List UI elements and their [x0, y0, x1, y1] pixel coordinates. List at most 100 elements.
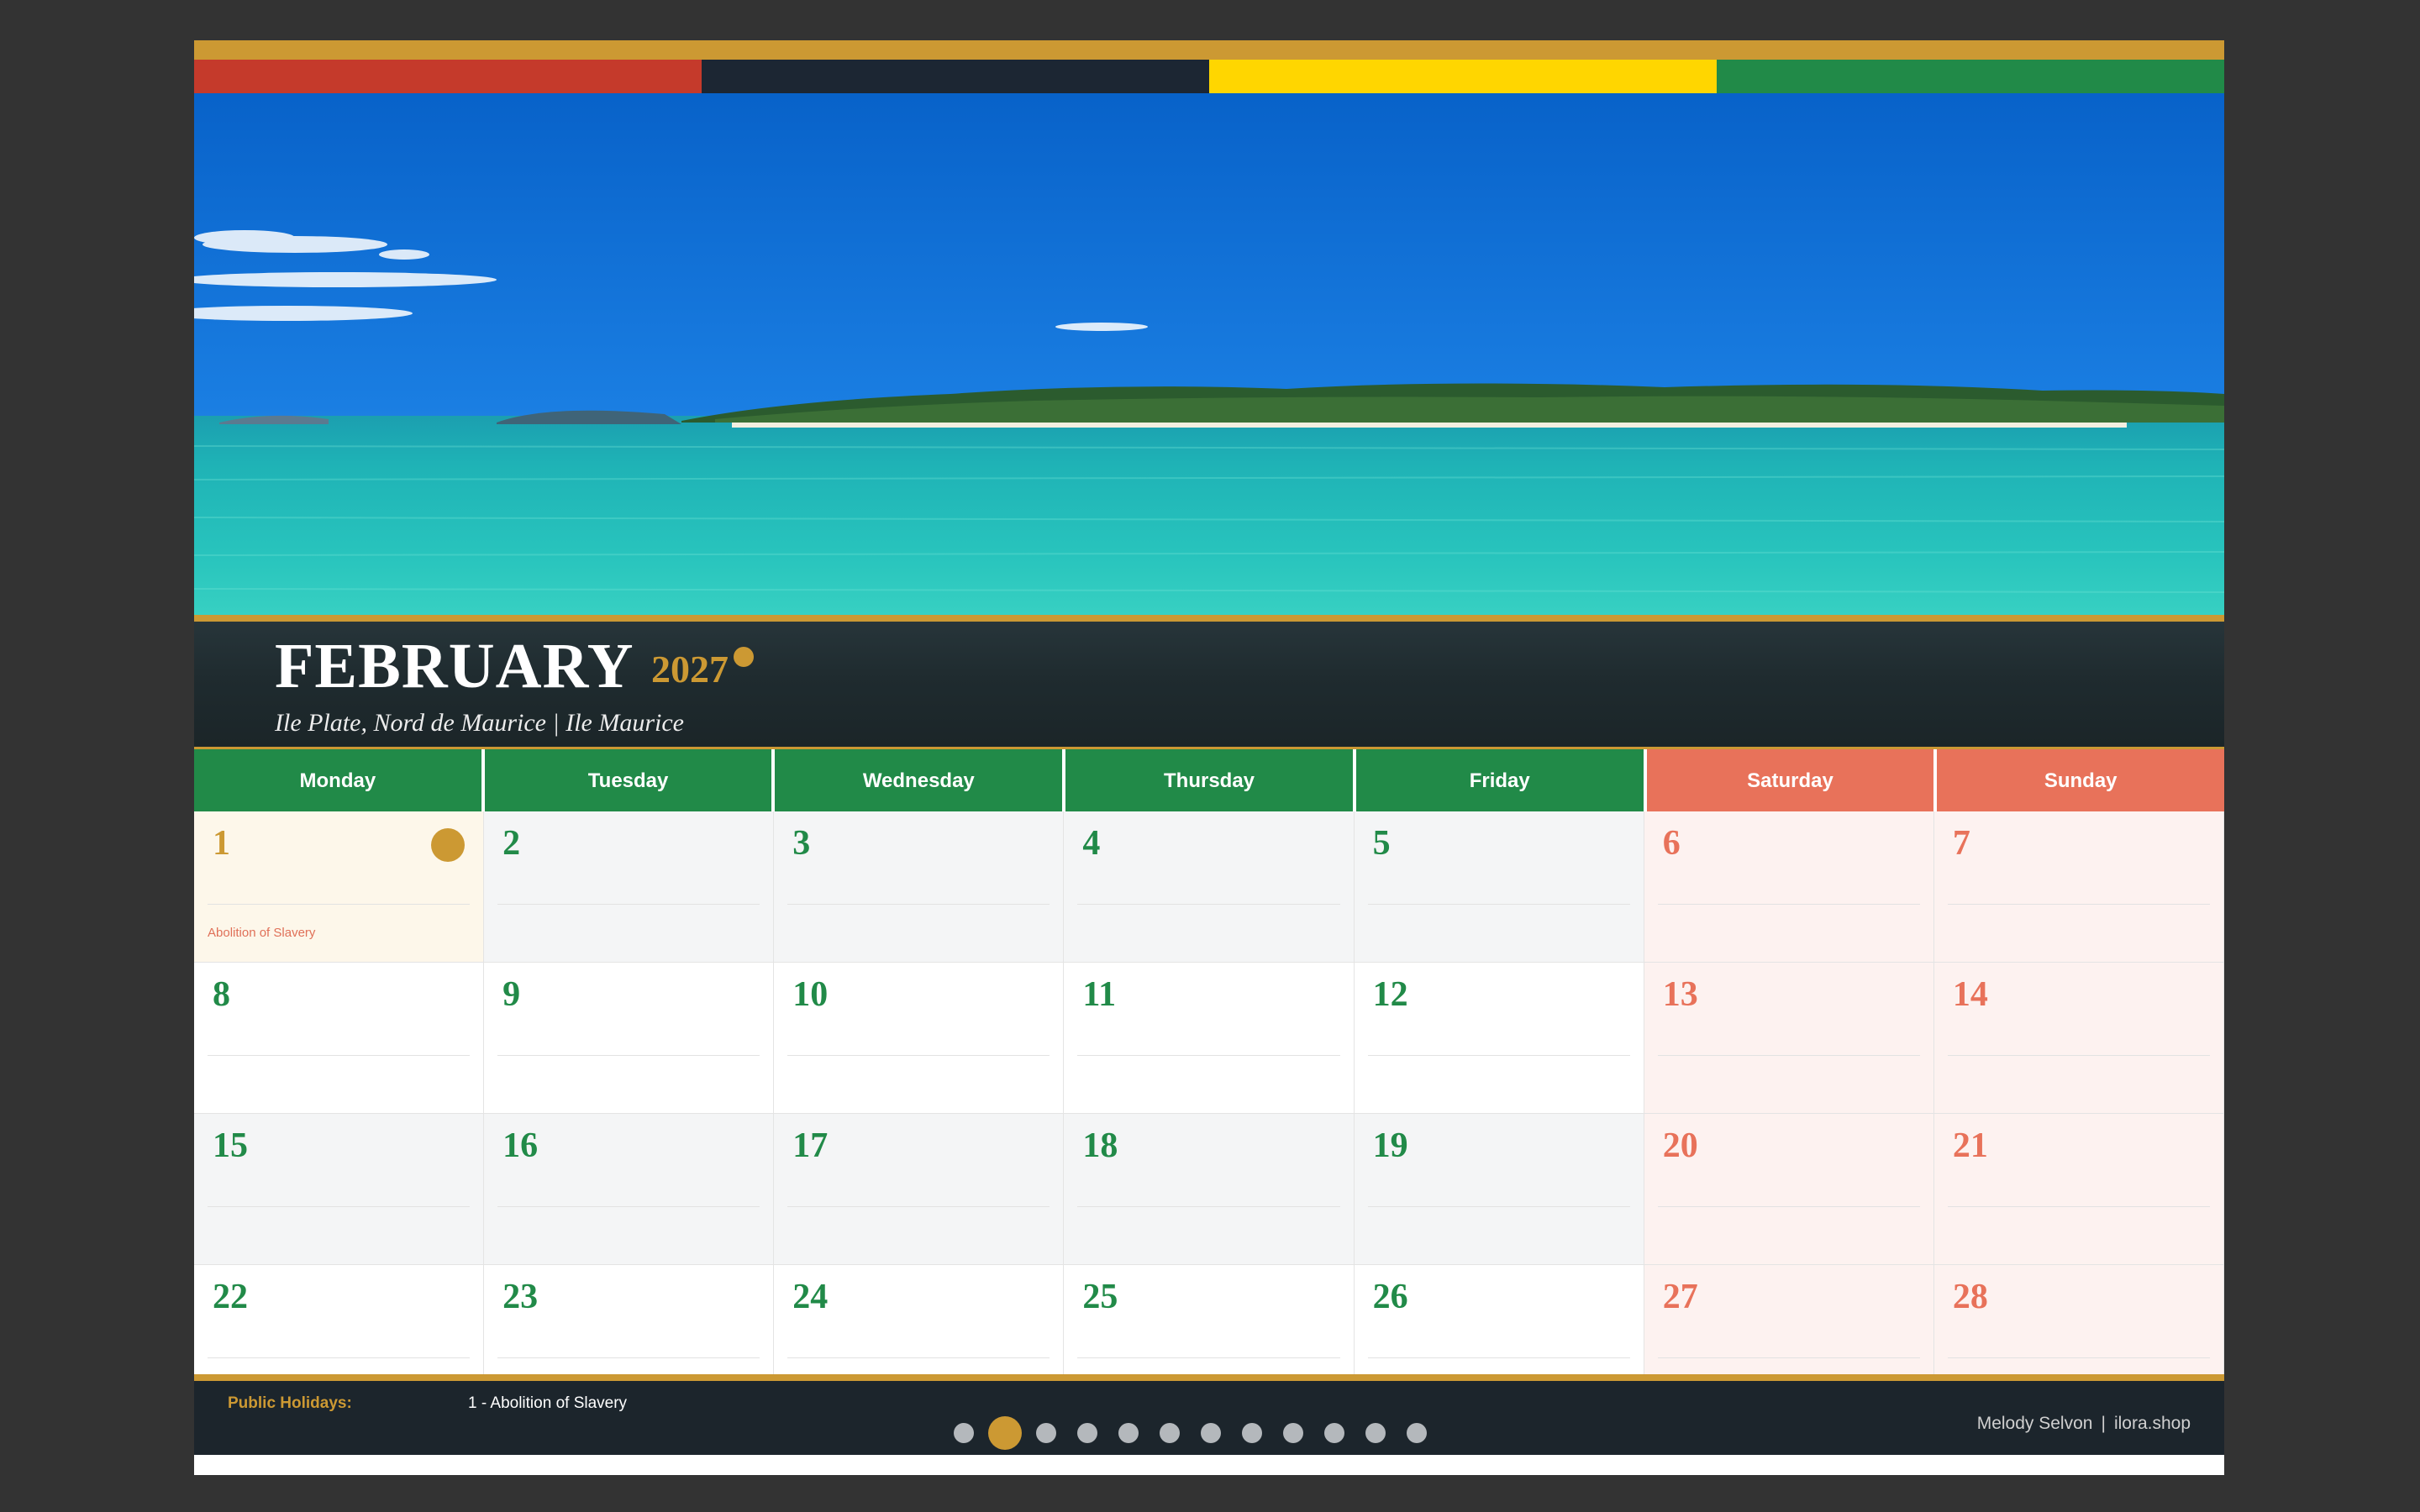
- credit-site: ilora.shop: [2113, 1414, 2191, 1433]
- day-number: 23: [502, 1278, 539, 1316]
- day-cell[interactable]: 10: [774, 963, 1065, 1114]
- day-cell[interactable]: 7: [1933, 811, 2224, 963]
- day-cell[interactable]: 19: [1354, 1114, 1644, 1265]
- day-cell[interactable]: 6: [1644, 811, 1934, 963]
- weekday-header-friday: Friday: [1355, 749, 1647, 812]
- flag-stripe: [194, 60, 702, 93]
- day-cell[interactable]: 1 Abolition of Slavery: [194, 811, 485, 963]
- day-number: 22: [213, 1278, 248, 1316]
- page-dot[interactable]: [1283, 1423, 1303, 1443]
- month-title-band: FEBRUARY 2027 Ile Plate, Nord de Maurice…: [194, 615, 2224, 747]
- day-cell[interactable]: 15: [194, 1114, 485, 1265]
- day-cell[interactable]: 4: [1064, 811, 1355, 963]
- weekday-header-monday: Monday: [194, 749, 485, 812]
- day-number: 17: [792, 1126, 829, 1165]
- page-dot[interactable]: [1077, 1423, 1097, 1443]
- note-line: [1657, 1055, 1920, 1056]
- page-dot-active[interactable]: [988, 1416, 1022, 1450]
- day-number: 10: [792, 975, 829, 1014]
- day-number: 7: [1952, 824, 1970, 863]
- day-number: 12: [1372, 975, 1408, 1014]
- day-number: 20: [1662, 1126, 1698, 1165]
- day-cell[interactable]: 21: [1933, 1114, 2224, 1265]
- mauritius-flag-stripes: [194, 60, 2224, 93]
- day-number: 19: [1372, 1126, 1408, 1165]
- day-number: 2: [502, 824, 521, 863]
- page-dot[interactable]: [954, 1423, 974, 1443]
- page-dot[interactable]: [1160, 1423, 1180, 1443]
- photo-location: Ile Plate, Nord de Maurice | Ile Maurice: [275, 709, 684, 737]
- credit-name: Melody Selvon: [1976, 1414, 2093, 1433]
- day-cell[interactable]: 9: [484, 963, 775, 1114]
- day-number: 14: [1952, 975, 1988, 1014]
- day-cell[interactable]: 2: [484, 811, 775, 963]
- note-line: [1947, 904, 2210, 905]
- flag-stripe: [1717, 60, 2224, 93]
- day-number: 18: [1082, 1126, 1118, 1165]
- day-cell[interactable]: 13: [1644, 963, 1934, 1114]
- day-number: 9: [502, 975, 521, 1014]
- weekday-header-thursday: Thursday: [1065, 749, 1356, 812]
- day-cell[interactable]: 11: [1064, 963, 1355, 1114]
- footer-bar: Public Holidays: 1 - Abolition of Slaver…: [194, 1381, 2224, 1455]
- credit-separator: |: [2101, 1414, 2106, 1433]
- day-cell[interactable]: 8: [194, 963, 485, 1114]
- day-number: 4: [1082, 824, 1101, 863]
- day-cell[interactable]: 5: [1354, 811, 1644, 963]
- page-dot[interactable]: [1118, 1423, 1139, 1443]
- note-line: [1367, 1206, 1630, 1207]
- note-line: [787, 1055, 1050, 1056]
- day-cell[interactable]: 17: [774, 1114, 1065, 1265]
- page-dot[interactable]: [1324, 1423, 1344, 1443]
- page-dot[interactable]: [1201, 1423, 1221, 1443]
- page-dot[interactable]: [1242, 1423, 1262, 1443]
- page-dot[interactable]: [1365, 1423, 1386, 1443]
- day-number: 21: [1952, 1126, 1988, 1165]
- day-number: 28: [1952, 1278, 1988, 1316]
- note-line: [1367, 1055, 1630, 1056]
- day-cell[interactable]: 16: [484, 1114, 775, 1265]
- note-line: [497, 904, 760, 905]
- note-line: [497, 1357, 760, 1358]
- day-number: 26: [1372, 1278, 1408, 1316]
- hero-photo: [194, 93, 2224, 615]
- day-cell[interactable]: 3: [774, 811, 1065, 963]
- day-cell[interactable]: 18: [1064, 1114, 1355, 1265]
- note-line: [1657, 904, 1920, 905]
- day-number: 6: [1662, 824, 1681, 863]
- note-line: [1077, 1357, 1340, 1358]
- day-number: 24: [792, 1278, 829, 1316]
- page-dot[interactable]: [1036, 1423, 1056, 1443]
- note-line: [1367, 1357, 1630, 1358]
- calendar-grid: 1 Abolition of Slavery 2 3 4 5 6 7 8 9 10 11 12 13 14 1…: [194, 811, 2224, 1416]
- page-dot[interactable]: [1407, 1423, 1427, 1443]
- day-number: 15: [213, 1126, 248, 1165]
- day-number: 1: [213, 824, 230, 863]
- gold-footer-divider: [194, 1374, 2224, 1381]
- day-cell[interactable]: 12: [1354, 963, 1644, 1114]
- note-line: [1077, 1055, 1340, 1056]
- note-line: [208, 904, 471, 905]
- weekday-header-saturday: Saturday: [1646, 749, 1938, 812]
- day-number: 3: [792, 824, 811, 863]
- weekday-header-wednesday: Wednesday: [775, 749, 1066, 812]
- day-cell[interactable]: 14: [1933, 963, 2224, 1114]
- weekday-header-sunday: Sunday: [1937, 749, 2224, 812]
- note-line: [787, 904, 1050, 905]
- note-line: [1657, 1206, 1920, 1207]
- note-line: [1947, 1357, 2210, 1358]
- public-holidays-value: 1 - Abolition of Slavery: [468, 1394, 628, 1412]
- note-line: [787, 1357, 1050, 1358]
- day-number: 13: [1662, 975, 1698, 1014]
- note-line: [1077, 904, 1340, 905]
- flag-stripe: [702, 60, 1209, 93]
- note-line: [1367, 904, 1630, 905]
- note-line: [1077, 1206, 1340, 1207]
- year-label: 2027: [651, 648, 729, 690]
- flag-stripe: [1209, 60, 1717, 93]
- day-number: 8: [213, 975, 230, 1014]
- note-line: [497, 1206, 760, 1207]
- day-cell[interactable]: 20: [1644, 1114, 1934, 1265]
- day-number: 25: [1082, 1278, 1118, 1316]
- credit: Melody Selvon | ilora.shop: [1977, 1414, 2191, 1434]
